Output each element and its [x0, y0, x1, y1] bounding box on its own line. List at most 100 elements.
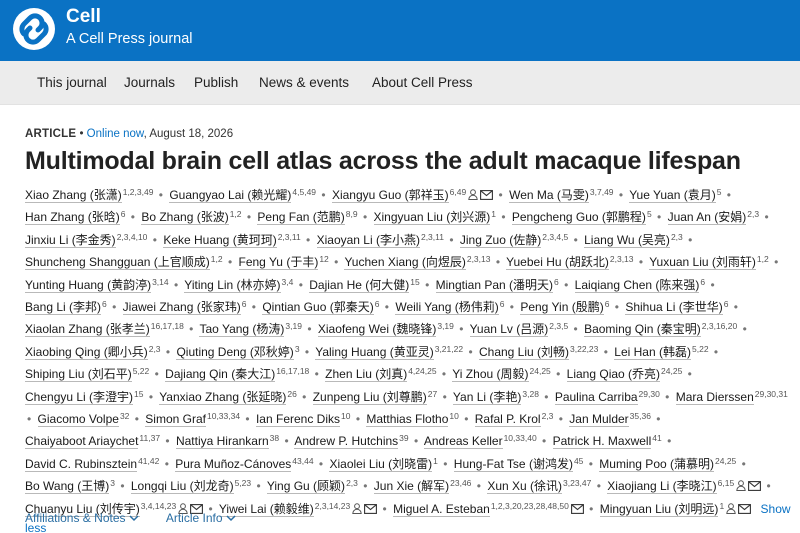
- author-name-link[interactable]: Xiaolei Liu (刘晓雷): [329, 456, 433, 472]
- cell-logo-icon[interactable]: [12, 7, 56, 51]
- author-affiliation-sup[interactable]: 26: [287, 389, 296, 399]
- author-affiliation-sup[interactable]: 6,49: [450, 187, 467, 197]
- author-affiliation-sup[interactable]: 32: [120, 411, 129, 421]
- author-name-link[interactable]: Xingyuan Liu (刘兴源): [373, 210, 491, 226]
- author-affiliation-sup[interactable]: 3,4,14,23: [141, 501, 176, 511]
- author-name-link[interactable]: Yaling Huang (黄亚灵): [315, 344, 434, 360]
- author-name-link[interactable]: Jun Xie (解军): [373, 479, 450, 495]
- author-name-link[interactable]: Tao Yang (杨涛): [199, 322, 285, 338]
- author-affiliation-sup[interactable]: 6: [102, 299, 107, 309]
- author-affiliation-sup[interactable]: 5,22: [692, 344, 709, 354]
- author-affiliation-sup[interactable]: 2,3,13: [610, 254, 634, 264]
- author-affiliation-sup[interactable]: 1,2,3,20,23,28,48,50: [491, 501, 569, 511]
- author-affiliation-sup[interactable]: 3,22,23: [570, 344, 598, 354]
- author-affiliation-sup[interactable]: 3,14: [152, 277, 169, 287]
- author-affiliation-sup[interactable]: 43,44: [292, 456, 313, 466]
- author-affiliation-sup[interactable]: 6: [242, 299, 247, 309]
- author-affiliation-sup[interactable]: 1: [433, 456, 438, 466]
- nav-about-cell-press[interactable]: About Cell Press: [372, 75, 473, 90]
- author-name-link[interactable]: Baoming Qin (秦宝明): [584, 322, 701, 338]
- author-affiliation-sup[interactable]: 24,25: [530, 366, 551, 376]
- author-affiliation-sup[interactable]: 38: [270, 433, 279, 443]
- author-name-link[interactable]: Dajian He (何大健): [309, 277, 410, 293]
- author-affiliation-sup[interactable]: 6: [554, 277, 559, 287]
- author-name-link[interactable]: Shiping Liu (刘石平): [25, 367, 132, 383]
- author-affiliation-sup[interactable]: 16,17,18: [151, 321, 184, 331]
- author-name-link[interactable]: Yuxuan Liu (刘雨轩): [649, 255, 756, 271]
- author-affiliation-sup[interactable]: 15: [134, 389, 143, 399]
- author-name-link[interactable]: Patrick H. Maxwell: [552, 434, 652, 450]
- author-name-link[interactable]: Xiangyu Guo (郭祥玉): [331, 188, 449, 203]
- author-affiliation-sup[interactable]: 1,2,3,49: [123, 187, 154, 197]
- author-affiliation-sup[interactable]: 10,33,34: [207, 411, 240, 421]
- author-name-link[interactable]: Chang Liu (刘畅): [478, 344, 570, 360]
- author-name-link[interactable]: Matthias Flotho: [366, 412, 449, 428]
- author-affiliation-sup[interactable]: 15: [410, 277, 419, 287]
- author-name-link[interactable]: Mara Dierssen: [675, 389, 754, 405]
- author-name-link[interactable]: Yanxiao Zhang (张延晓): [159, 389, 287, 405]
- author-affiliation-sup[interactable]: 1: [491, 209, 496, 219]
- author-name-link[interactable]: Guangyao Lai (赖光耀): [169, 188, 292, 203]
- author-name-link[interactable]: Yue Yuan (袁月): [629, 188, 716, 203]
- author-affiliation-sup[interactable]: 24,25: [715, 456, 736, 466]
- author-name-link[interactable]: Xiaoyan Li (李小燕): [316, 232, 420, 248]
- author-affiliation-sup[interactable]: 6: [724, 299, 729, 309]
- author-name-link[interactable]: Han Zhang (张晗): [25, 210, 120, 226]
- author-name-link[interactable]: Juan An (安娟): [667, 210, 747, 226]
- author-name-link[interactable]: Bang Li (李邦): [25, 300, 102, 316]
- author-affiliation-sup[interactable]: 1,2: [230, 209, 242, 219]
- author-affiliation-sup[interactable]: 16,17,18: [276, 366, 309, 376]
- author-name-link[interactable]: Xiaofeng Wei (魏晓锋): [317, 322, 437, 338]
- author-name-link[interactable]: Bo Wang (王博): [25, 479, 110, 495]
- author-name-link[interactable]: Paulina Carriba: [554, 389, 638, 405]
- author-name-link[interactable]: Jiawei Zhang (张家玮): [122, 300, 241, 316]
- author-affiliation-sup[interactable]: 29,30: [639, 389, 660, 399]
- author-affiliation-sup[interactable]: 2,3,5: [549, 321, 568, 331]
- author-name-link[interactable]: Xun Xu (徐讯): [487, 479, 563, 495]
- author-affiliation-sup[interactable]: 3,19: [285, 321, 302, 331]
- author-affiliation-sup[interactable]: 6: [700, 277, 705, 287]
- author-affiliation-sup[interactable]: 2,3,11: [278, 232, 301, 242]
- author-affiliation-sup[interactable]: 3,4: [282, 277, 294, 287]
- author-affiliation-sup[interactable]: 8,9: [346, 209, 358, 219]
- author-affiliation-sup[interactable]: 3,28: [522, 389, 539, 399]
- author-affiliation-sup[interactable]: 41,42: [138, 456, 159, 466]
- author-affiliation-sup[interactable]: 4,5,49: [292, 187, 316, 197]
- nav-this-journal[interactable]: This journal: [37, 75, 107, 90]
- author-affiliation-sup[interactable]: 29,30,31: [755, 389, 788, 399]
- author-name-link[interactable]: Liang Wu (吴亮): [584, 232, 670, 248]
- author-affiliation-sup[interactable]: 6: [375, 299, 380, 309]
- author-affiliation-sup[interactable]: 2,3: [671, 232, 683, 242]
- author-affiliation-sup[interactable]: 45: [574, 456, 583, 466]
- author-affiliation-sup[interactable]: 6: [605, 299, 610, 309]
- author-name-link[interactable]: Yuebei Hu (胡跃北): [506, 255, 609, 271]
- author-affiliation-sup[interactable]: 4,24,25: [408, 366, 436, 376]
- author-affiliation-sup[interactable]: 1: [719, 501, 724, 511]
- author-name-link[interactable]: Zhen Liu (刘真): [325, 367, 408, 383]
- author-affiliation-sup[interactable]: 2,3: [346, 478, 358, 488]
- nav-journals[interactable]: Journals: [124, 75, 175, 90]
- author-name-link[interactable]: Qintian Guo (郭秦天): [262, 300, 374, 316]
- author-affiliation-sup[interactable]: 23,46: [450, 478, 471, 488]
- author-affiliation-sup[interactable]: 3: [295, 344, 300, 354]
- author-name-link[interactable]: Rafal P. Krol: [474, 412, 541, 428]
- author-name-link[interactable]: Yunting Huang (黄韵渟): [25, 277, 152, 293]
- author-affiliation-sup[interactable]: 6: [121, 209, 126, 219]
- tab-affiliations[interactable]: Affiliations & Notes: [25, 511, 139, 525]
- author-name-link[interactable]: Miguel A. Esteban: [393, 501, 490, 517]
- author-name-link[interactable]: Yuchen Xiang (向煜辰): [344, 255, 466, 271]
- nav-publish[interactable]: Publish: [194, 75, 238, 90]
- author-name-link[interactable]: Yiting Lin (林亦婷): [184, 277, 281, 293]
- author-name-link[interactable]: Pura Muñoz-Cánoves: [175, 456, 292, 472]
- author-name-link[interactable]: Laiqiang Chen (陈来强): [574, 277, 700, 293]
- author-affiliation-sup[interactable]: 3,21,22: [435, 344, 463, 354]
- author-name-link[interactable]: Peng Fan (范鹏): [257, 210, 345, 226]
- author-affiliation-sup[interactable]: 2,3,4,10: [117, 232, 148, 242]
- author-name-link[interactable]: Dajiang Qin (秦大江): [165, 367, 276, 383]
- author-name-link[interactable]: Nattiya Hirankarn: [175, 434, 269, 450]
- journal-name[interactable]: Cell: [66, 6, 101, 28]
- author-name-link[interactable]: Weili Yang (杨伟莉): [395, 300, 499, 316]
- author-affiliation-sup[interactable]: 10,33,40: [504, 433, 537, 443]
- email-icon[interactable]: [480, 190, 494, 200]
- author-name-link[interactable]: Pengcheng Guo (郭鹏程): [511, 210, 646, 226]
